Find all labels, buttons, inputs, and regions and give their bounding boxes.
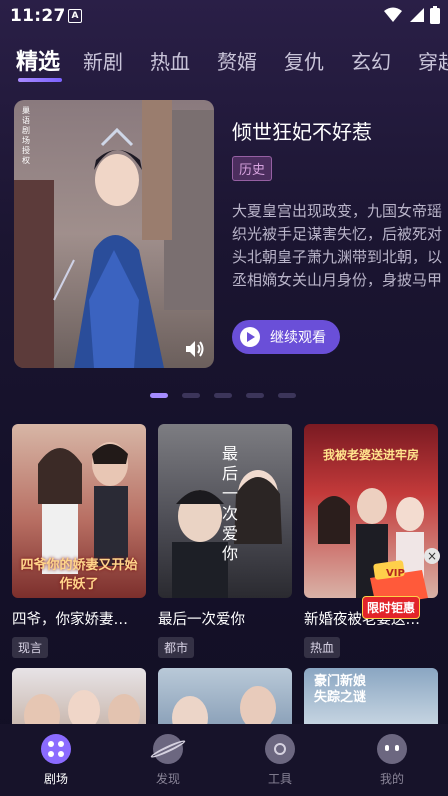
tab-new[interactable]: 新剧 [83,46,123,75]
carousel-indicator [0,393,448,399]
banner-description: 大夏皇宫出现政变，九国女帝瑶织光被手足谋害失忆，后被死对头北朝皇子萧九渊带到北朝… [232,202,443,289]
bottom-navigation: 剧场 发现 工具 我的 [0,724,448,796]
nav-label: 剧场 [43,772,68,786]
tab-hot-blood[interactable]: 热血 [150,46,190,75]
vip-badge: VIP [386,568,405,579]
banner-genre-tag: 历史 [232,156,273,181]
nav-tools[interactable]: 工具 [240,734,320,787]
drama-cover[interactable] [12,668,146,728]
continue-watching-label: 继续观看 [270,330,326,346]
poster-watermark: 巢语剧场授权 [22,106,30,165]
wifi-icon [384,7,402,22]
drama-card[interactable]: 最后一次爱你 最后一次爱你 都市 [158,424,292,658]
signal-icon [410,8,424,22]
carousel-dot[interactable] [246,393,264,398]
active-tab-indicator [18,78,62,82]
battery-icon [430,6,440,24]
carousel-dot[interactable] [278,393,296,398]
drama-cover[interactable]: 豪门新娘失踪之谜 [304,668,438,728]
drama-card[interactable]: 四爷你的娇妻又开始作妖了 四爷，你家娇妻… 现言 [12,424,146,658]
profile-icon [377,734,407,764]
play-icon [240,327,260,347]
system-icons [384,6,440,24]
tab-featured[interactable]: 精选 [16,44,60,76]
drama-cover[interactable]: 四爷你的娇妻又开始作妖了 [12,424,146,598]
tab-fantasy[interactable]: 玄幻 [351,46,391,75]
featured-banner[interactable]: 巢语剧场授权 倾世狂妃不好惹 历史 大夏皇宫出现政变，九国女帝瑶织光被手足谋害失… [14,100,448,368]
notification-icon: A [68,9,82,23]
tab-son-in-law[interactable]: 赘婿 [217,46,257,75]
carousel-dot[interactable] [182,393,200,398]
carousel-dot[interactable] [214,393,232,398]
nav-profile[interactable]: 我的 [352,734,432,787]
drama-genre-tag: 都市 [158,637,195,658]
nav-label: 我的 [379,772,404,786]
drama-genre-tag: 热血 [304,637,341,658]
drama-title[interactable]: 最后一次爱你 [158,608,292,629]
drama-genre-tag: 现言 [12,637,49,658]
nav-label: 工具 [267,772,292,786]
drama-cover[interactable]: 最后一次爱你 [158,424,292,598]
continue-watching-button[interactable]: 继续观看 [232,320,340,354]
tools-icon [265,734,295,764]
banner-title[interactable]: 倾世狂妃不好惹 [232,116,372,145]
cover-title-text: 豪门新娘失踪之谜 [314,674,367,705]
nav-theater[interactable]: 剧场 [16,734,96,787]
banner-poster[interactable]: 巢语剧场授权 [14,100,214,368]
poster-image [14,100,214,368]
cover-title-text: 四爷你的娇妻又开始作妖了 [20,558,138,592]
nav-label: 发现 [155,772,180,786]
promo-label: 限时钜惠 [362,596,421,619]
tab-time-travel[interactable]: 穿越 [418,46,448,75]
cover-title-text: 最后一次爱你 [222,444,239,563]
carousel-dot[interactable] [150,393,168,398]
nav-discover[interactable]: 发现 [128,734,208,787]
tab-revenge[interactable]: 复仇 [284,46,324,75]
theater-icon [41,734,71,764]
vip-promo-float[interactable]: × VIP 限时钜惠 [356,548,446,624]
drama-title[interactable]: 四爷，你家娇妻… [12,608,146,629]
status-time: 11:27 [10,6,66,26]
planet-icon [149,734,187,764]
drama-cover[interactable] [158,668,292,728]
volume-icon[interactable] [184,338,206,360]
status-bar: 11:27 A [0,0,448,32]
category-tabs: 精选 新剧 热血 赘婿 复仇 玄幻 穿越 [0,40,448,86]
